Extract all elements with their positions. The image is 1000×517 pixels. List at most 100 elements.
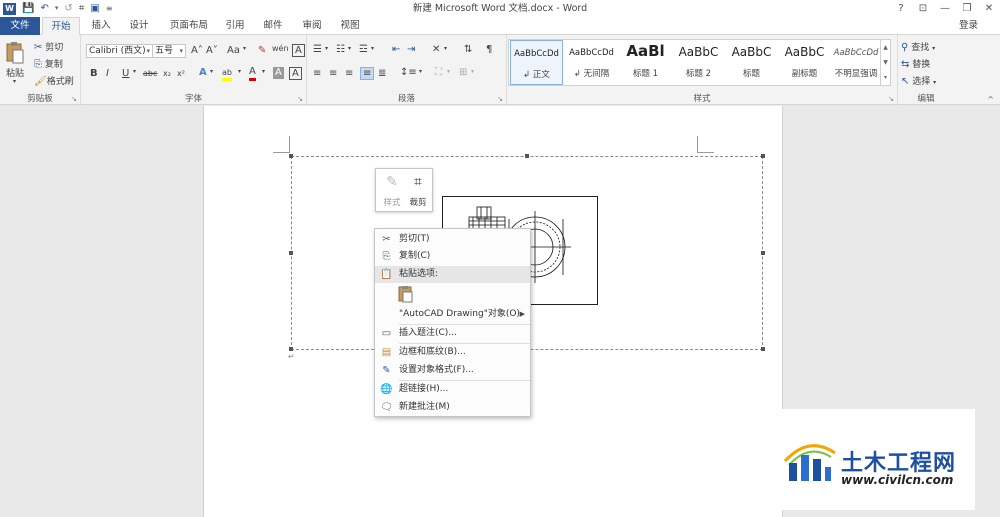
style-heading-2[interactable]: AaBbC 标题 2 <box>672 40 725 85</box>
collapse-ribbon-icon[interactable]: ^ <box>987 95 994 104</box>
menu-item-cut[interactable]: ✂ 剪切(T) <box>375 231 530 248</box>
align-center-icon[interactable]: ≡ <box>329 68 337 79</box>
help-button[interactable]: ? <box>890 0 912 17</box>
font-name-combo[interactable]: Calibri (西文) ▾ <box>86 44 153 58</box>
decrease-indent-icon[interactable]: ⇤ <box>392 44 400 55</box>
bullets-icon[interactable]: ☰ <box>313 44 322 55</box>
shrink-font-icon[interactable]: A˅ <box>206 45 218 56</box>
grow-font-icon[interactable]: A˄ <box>191 45 203 56</box>
italic-button[interactable]: I <box>106 68 109 79</box>
shading-icon[interactable]: ⛶ <box>435 67 442 78</box>
undo-dropdown-icon[interactable]: ▾ <box>55 0 59 17</box>
menu-item-borders-shading[interactable]: ▤ 边框和底纹(B)... <box>375 344 530 361</box>
change-case-dropdown-icon[interactable]: ▾ <box>243 45 246 52</box>
distributed-icon[interactable]: ≣ <box>378 68 386 79</box>
replace-button[interactable]: ⇆ 替换 <box>901 57 930 70</box>
resize-handle-bl[interactable] <box>289 347 293 351</box>
style-no-spacing[interactable]: AaBbCcDd ↲ 无间隔 <box>565 40 618 85</box>
tab-references[interactable]: 引用 <box>221 17 249 35</box>
styles-gallery-scroll[interactable]: ▲ ▼ ▾ <box>880 40 890 85</box>
resize-handle-tl[interactable] <box>289 154 293 158</box>
menu-item-autocad-object[interactable]: "AutoCAD Drawing"对象(O) ▶ <box>375 306 530 323</box>
tab-file[interactable]: 文件 <box>0 17 40 35</box>
clear-formatting-icon[interactable]: ✎ <box>258 45 266 56</box>
tab-home[interactable]: 开始 <box>42 17 80 36</box>
sign-in-link[interactable]: 登录 <box>959 17 978 35</box>
borders-dropdown-icon[interactable]: ▾ <box>471 68 474 75</box>
paste-button[interactable] <box>5 41 25 65</box>
tab-insert[interactable]: 插入 <box>86 17 116 35</box>
tab-design[interactable]: 设计 <box>124 17 154 35</box>
select-button[interactable]: ↖ 选择 ▾ <box>901 74 936 87</box>
styles-launcher-icon[interactable]: ↘ <box>888 95 894 103</box>
font-size-combo[interactable]: 五号 ▾ <box>152 44 186 58</box>
paste-keep-source-button[interactable] <box>397 285 415 303</box>
find-button[interactable]: ⚲ 查找 ▾ <box>901 40 935 53</box>
character-shading-button[interactable]: A <box>273 67 284 79</box>
show-paragraph-marks-icon[interactable]: ¶ <box>486 44 492 55</box>
font-color-button[interactable]: A <box>249 66 256 81</box>
asian-layout-icon[interactable]: ✕ <box>432 44 440 55</box>
increase-indent-icon[interactable]: ⇥ <box>407 44 415 55</box>
save-icon[interactable]: 💾 <box>22 0 34 17</box>
close-button[interactable]: ✕ <box>978 0 1000 17</box>
resize-handle-tr[interactable] <box>761 154 765 158</box>
chevron-down-icon[interactable]: ▼ <box>881 55 890 70</box>
mini-style-button[interactable]: ✎ 样式 <box>379 173 405 208</box>
minimize-button[interactable]: — <box>934 0 956 17</box>
menu-item-new-comment[interactable]: 🗨 新建批注(M) <box>375 399 530 416</box>
paste-dropdown-icon[interactable]: ▾ <box>13 78 16 85</box>
chevron-up-icon[interactable]: ▲ <box>881 40 890 55</box>
format-painter-button[interactable]: 🖌格式刷 <box>34 74 74 87</box>
character-border-button[interactable]: A <box>289 67 302 80</box>
customize-qat-icon[interactable]: ≡ <box>106 0 113 17</box>
tab-view[interactable]: 视图 <box>336 17 364 35</box>
line-spacing-dropdown-icon[interactable]: ▾ <box>419 68 422 75</box>
underline-button[interactable]: U <box>122 68 129 79</box>
mini-crop-button[interactable]: ⌗ 裁剪 <box>405 173 431 208</box>
text-effects-dropdown-icon[interactable]: ▾ <box>210 68 213 75</box>
ribbon-display-options-button[interactable]: ⊡ <box>912 0 934 17</box>
style-normal[interactable]: AaBbCcDd ↲ 正文 <box>510 40 563 85</box>
underline-dropdown-icon[interactable]: ▾ <box>133 68 136 75</box>
tab-mailings[interactable]: 邮件 <box>259 17 287 35</box>
cut-button[interactable]: ✂ 剪切 <box>34 40 63 53</box>
menu-item-format-object[interactable]: ✎ 设置对象格式(F)... <box>375 362 530 379</box>
line-spacing-icon[interactable]: ↕≡ <box>400 67 417 78</box>
numbering-dropdown-icon[interactable]: ▾ <box>348 45 351 52</box>
word-app-icon[interactable]: W <box>3 2 16 15</box>
enclose-characters-icon[interactable]: A <box>292 44 305 57</box>
redo-icon[interactable]: ↺ <box>64 0 72 17</box>
restore-button[interactable]: ❐ <box>956 0 978 17</box>
font-color-dropdown-icon[interactable]: ▾ <box>262 68 265 75</box>
style-title[interactable]: AaBbC 标题 <box>725 40 778 85</box>
borders-icon[interactable]: ⊞ <box>459 67 467 78</box>
highlight-button[interactable]: ab <box>222 67 232 81</box>
menu-item-hyperlink[interactable]: 🌐 超链接(H)... <box>375 381 530 398</box>
crop-qat-icon[interactable]: ⌗ <box>79 0 85 17</box>
shading-dropdown-icon[interactable]: ▾ <box>447 68 450 75</box>
text-effects-button[interactable]: A <box>199 67 207 78</box>
resize-handle-ml[interactable] <box>289 251 293 255</box>
style-subtitle[interactable]: AaBbC 副标题 <box>778 40 831 85</box>
phonetic-guide-icon[interactable]: wén <box>272 44 289 53</box>
print-preview-icon[interactable]: ▣ <box>90 0 99 17</box>
copy-button[interactable]: ⎘ 复制 <box>34 57 63 70</box>
clipboard-launcher-icon[interactable]: ↘ <box>71 95 77 103</box>
menu-item-copy[interactable]: ⎘ 复制(C) <box>375 248 530 265</box>
bold-button[interactable]: B <box>90 68 98 79</box>
numbering-icon[interactable]: ☷ <box>336 44 345 55</box>
change-case-icon[interactable]: Aa <box>227 45 240 56</box>
menu-item-insert-caption[interactable]: ▭ 插入题注(C)... <box>375 325 530 342</box>
asian-layout-dropdown-icon[interactable]: ▾ <box>444 45 447 52</box>
resize-handle-tc[interactable] <box>525 154 529 158</box>
style-heading-1[interactable]: AaBl 标题 1 <box>619 40 672 85</box>
style-subtle-emphasis[interactable]: AaBbCcDd 不明显强调 <box>830 40 882 85</box>
multilevel-dropdown-icon[interactable]: ▾ <box>371 45 374 52</box>
resize-handle-br[interactable] <box>761 347 765 351</box>
multilevel-list-icon[interactable]: ☲ <box>359 44 368 55</box>
bullets-dropdown-icon[interactable]: ▾ <box>325 45 328 52</box>
strikethrough-button[interactable]: abc <box>143 69 157 78</box>
subscript-button[interactable]: x₂ <box>163 69 171 78</box>
font-launcher-icon[interactable]: ↘ <box>297 95 303 103</box>
